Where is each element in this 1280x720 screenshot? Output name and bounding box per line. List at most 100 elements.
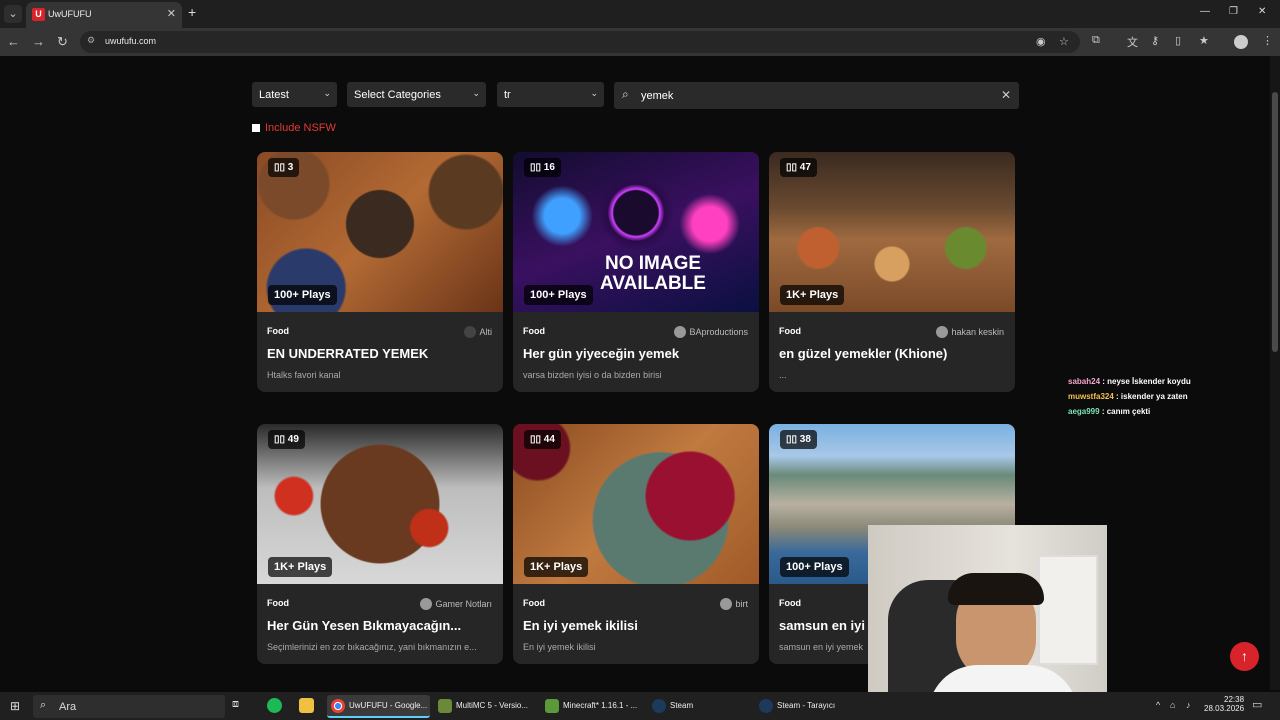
card-author[interactable]: Gamer Notları [420, 598, 492, 610]
back-icon[interactable]: ← [7, 34, 20, 49]
translate-icon[interactable]: 文 [1127, 34, 1138, 50]
clock-date: 28.03.2026 [1204, 704, 1245, 713]
chevron-down-icon: ⌄ [590, 88, 598, 98]
language-select[interactable]: tr ⌄ [497, 82, 604, 107]
taskbar-item-multimc[interactable]: MultiMC 5 - Versio... [434, 695, 537, 718]
checkbox-icon[interactable] [252, 124, 260, 132]
tray-expand-icon[interactable]: ^ [1156, 700, 1160, 710]
nsfw-checkbox[interactable]: Include NSFW [252, 122, 336, 134]
card-author[interactable]: BAproductions [674, 326, 748, 338]
item-count-badge: ▯▯ 16 [524, 158, 561, 177]
close-tab-icon[interactable]: ✕ [167, 7, 176, 20]
clear-search-icon[interactable]: ✕ [1001, 88, 1011, 102]
notifications-icon[interactable]: ▭ [1252, 698, 1262, 711]
card-author[interactable]: hakan keskin [936, 326, 1004, 338]
card-category: Food [523, 598, 545, 608]
tab-list-button[interactable]: ⌄ [4, 5, 22, 23]
avatar [464, 326, 477, 338]
search-input[interactable]: ⌕ yemek ✕ [614, 82, 1019, 109]
chevron-down-icon: ⌄ [323, 88, 331, 98]
nsfw-label: Include NSFW [265, 122, 336, 134]
card-title: En iyi yemek ikilisi [523, 618, 638, 633]
person-hair [948, 573, 1044, 605]
eye-off-icon[interactable]: ◉ [1036, 35, 1046, 48]
card-description: Htalks favori kanal [267, 370, 341, 380]
shelf-image [1038, 555, 1098, 665]
avatar [936, 326, 949, 338]
menu-dots-icon[interactable]: ⋮ [1262, 34, 1273, 47]
card-description: varsa bizden iyisi o da bizden birisi [523, 370, 662, 380]
plays-badge: 100+ Plays [780, 557, 849, 577]
multimc-icon [438, 699, 452, 713]
chat-message: sabah24 : neyse İskender koydu [1068, 377, 1191, 386]
taskbar-item-steam-browser[interactable]: Steam - Tarayıcı [755, 695, 858, 718]
quiz-card[interactable]: ▯▯ 49 1K+ Plays Food Gamer Notları Her G… [257, 424, 503, 664]
file-explorer-icon[interactable] [299, 698, 314, 713]
extensions-icon[interactable]: ⧉ [1092, 34, 1100, 47]
sort-select[interactable]: Latest ⌄ [252, 82, 337, 107]
restore-icon[interactable]: ❐ [1229, 6, 1238, 17]
taskbar: ⊞ ⌕ Ara ⧈ UwUFUFU - Google... MultiMC 5 … [0, 692, 1280, 720]
categories-select[interactable]: Select Categories ⌄ [347, 82, 486, 107]
password-key-icon[interactable]: ⚷ [1151, 34, 1159, 47]
scrollbar-thumb[interactable] [1272, 92, 1278, 352]
card-title: Her gün yiyeceğin yemek [523, 346, 680, 361]
card-description: ... [779, 370, 787, 380]
reload-icon[interactable]: ↻ [57, 34, 68, 50]
sort-value: Latest [259, 89, 289, 101]
browser-toolbar: ← → ↻ ⚙ uwufufu.com ◉ ☆ ⧉ 文 ⚷ ▯ ★ ⋮ [0, 28, 1280, 56]
volume-icon[interactable]: ♪ [1186, 700, 1191, 710]
quiz-card[interactable]: ▯▯ 44 1K+ Plays Food birt En iyi yemek i… [513, 424, 759, 664]
reading-mode-icon[interactable]: ▯ [1175, 34, 1181, 47]
chrome-icon [331, 699, 345, 713]
taskbar-search[interactable]: ⌕ Ara [33, 695, 225, 718]
scroll-top-button[interactable]: ↑ [1230, 642, 1259, 671]
browser-tab[interactable]: U UwUFUFU ✕ [26, 2, 182, 28]
plays-badge: 1K+ Plays [524, 557, 589, 577]
clock-time: 22:38 [1224, 695, 1245, 704]
chevron-down-icon: ⌄ [472, 88, 480, 98]
plays-badge: 100+ Plays [524, 285, 593, 305]
network-icon[interactable]: ⌂ [1170, 700, 1175, 710]
profile-avatar-icon[interactable] [1234, 35, 1248, 49]
favorites-icon[interactable]: ★ [1199, 34, 1209, 47]
new-tab-icon[interactable]: + [188, 4, 196, 20]
item-count-badge: ▯▯ 44 [524, 430, 561, 449]
address-bar[interactable]: ⚙ uwufufu.com ◉ ☆ [80, 31, 1080, 53]
task-view-icon[interactable]: ⧈ [232, 698, 247, 713]
no-image-text: NO IMAGE AVAILABLE [600, 253, 706, 294]
bookmark-star-icon[interactable]: ☆ [1059, 35, 1069, 48]
windows-start-icon[interactable]: ⊞ [10, 699, 20, 713]
close-window-icon[interactable]: ✕ [1258, 6, 1266, 17]
card-category: Food [267, 326, 289, 336]
steam-icon [759, 699, 773, 713]
site-info-icon[interactable]: ⚙ [87, 35, 95, 46]
plays-badge: 100+ Plays [268, 285, 337, 305]
item-count-badge: ▯▯ 47 [780, 158, 817, 177]
taskbar-item-chrome[interactable]: UwUFUFU - Google... [327, 695, 430, 718]
minimize-icon[interactable]: — [1200, 6, 1210, 17]
item-count-badge: ▯▯ 38 [780, 430, 817, 449]
card-description: En iyi yemek ikilisi [523, 642, 596, 652]
taskbar-item-steam[interactable]: Steam [648, 695, 751, 718]
chat-message: aega999 : canım çekti [1068, 407, 1151, 416]
forward-icon[interactable]: → [32, 34, 45, 49]
quiz-card[interactable]: NO IMAGE AVAILABLE ▯▯ 16 100+ Plays Food… [513, 152, 759, 392]
quiz-card[interactable]: ▯▯ 47 1K+ Plays Food hakan keskin en güz… [769, 152, 1015, 392]
taskbar-item-minecraft[interactable]: Minecraft* 1.16.1 - ... [541, 695, 644, 718]
card-title: Her Gün Yesen Bıkmayacağın... [267, 618, 462, 633]
card-category: Food [523, 326, 545, 336]
card-author[interactable]: Alti [464, 326, 492, 338]
minecraft-icon [545, 699, 559, 713]
card-description: Seçimlerinizi en zor bıkacağınız, yani b… [267, 642, 477, 652]
categories-value: Select Categories [354, 89, 441, 101]
page-scrollbar[interactable] [1270, 56, 1280, 690]
chat-message: muwstfa324 : iskender ya zaten [1068, 392, 1188, 401]
avatar [420, 598, 433, 610]
system-clock[interactable]: 22:38 28.03.2026 [1204, 695, 1244, 713]
card-title: EN UNDERRATED YEMEK [267, 346, 429, 361]
card-author[interactable]: birt [720, 598, 748, 610]
quiz-card[interactable]: ▯▯ 3 100+ Plays Food Alti EN UNDERRATED … [257, 152, 503, 392]
avatar [674, 326, 687, 338]
spotify-icon[interactable] [267, 698, 282, 713]
